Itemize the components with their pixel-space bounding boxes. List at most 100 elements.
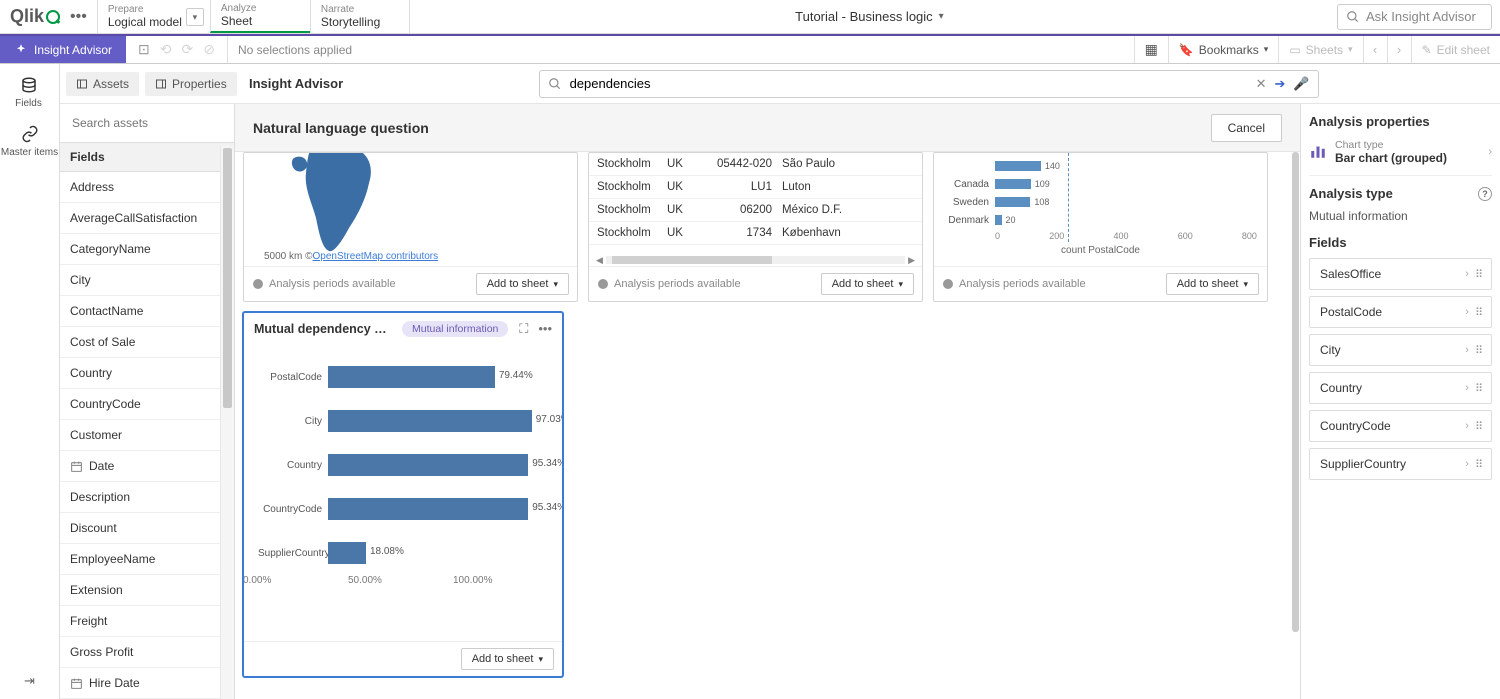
field-item[interactable]: Customer — [60, 420, 234, 451]
field-item[interactable]: Address — [60, 172, 234, 203]
field-item[interactable]: AverageCallSatisfaction — [60, 203, 234, 234]
fields-search-input[interactable] — [66, 110, 228, 136]
field-item[interactable]: CountryCode — [60, 389, 234, 420]
add-to-sheet-button[interactable]: Add to sheet ▾ — [461, 648, 554, 670]
field-item[interactable]: City — [60, 265, 234, 296]
collapse-rail-button[interactable]: ⇥ — [14, 663, 45, 699]
field-item[interactable]: ContactName — [60, 296, 234, 327]
scrollbar-thumb[interactable] — [223, 148, 232, 408]
analysis-field-item[interactable]: SupplierCountry›⠿ — [1309, 448, 1492, 480]
chevron-down-icon: ▾ — [1243, 279, 1248, 290]
workspace: Assets Properties Insight Advisor ✕ ➔ 🎤 — [60, 64, 1500, 699]
cards-area[interactable]: 5000 km ©OpenStreetMap contributors Anal… — [235, 152, 1300, 699]
table-hscroll[interactable]: ◀ ▶ — [589, 254, 922, 266]
sheets-button[interactable]: ▭ Sheets ▾ — [1278, 36, 1362, 63]
chevron-down-icon[interactable]: ▾ — [186, 8, 204, 26]
app-menu-icon[interactable]: ••• — [70, 8, 87, 26]
add-to-sheet-button[interactable]: Add to sheet ▾ — [476, 273, 569, 295]
table-row[interactable]: StockholmUKLU1Luton — [589, 176, 922, 199]
analysis-field-item[interactable]: CountryCode›⠿ — [1309, 410, 1492, 442]
field-item[interactable]: Freight — [60, 606, 234, 637]
field-item[interactable]: Country — [60, 358, 234, 389]
field-name: Hire Date — [89, 676, 140, 690]
expand-icon[interactable]: ⛶ — [519, 321, 528, 337]
prev-sheet-button[interactable]: ‹ — [1363, 36, 1387, 63]
drag-handle-icon[interactable]: ⠿ — [1475, 382, 1481, 395]
minibar-track: 20 — [995, 213, 1257, 227]
field-item[interactable]: EmployeeName — [60, 544, 234, 575]
nav-eyebrow: Analyze — [221, 3, 300, 14]
rail-label: Master items — [1, 147, 58, 158]
edit-sheet-button[interactable]: ✎ Edit sheet — [1411, 36, 1500, 63]
cancel-button[interactable]: Cancel — [1211, 114, 1282, 142]
more-icon[interactable]: ••• — [538, 321, 552, 337]
step-back-icon[interactable]: ⟲ — [160, 41, 172, 58]
clear-selections-icon[interactable]: ⊘ — [203, 41, 215, 58]
nlq-search[interactable]: ✕ ➔ 🎤 — [539, 70, 1319, 98]
field-item[interactable]: Discount — [60, 513, 234, 544]
periods-indicator[interactable]: Analysis periods available — [597, 278, 741, 290]
field-item[interactable]: Hire Date — [60, 668, 234, 699]
card-table[interactable]: StockholmUK05442-020São PauloStockholmUK… — [588, 152, 923, 302]
next-sheet-button[interactable]: › — [1387, 36, 1411, 63]
table-cell: UK — [667, 181, 707, 193]
scrollbar-thumb[interactable] — [1292, 152, 1299, 632]
card-mutual-dependency[interactable]: Mutual dependency bet… Mutual informatio… — [243, 312, 563, 677]
periods-indicator[interactable]: Analysis periods available — [942, 278, 1086, 290]
fields-scrollbar[interactable] — [220, 146, 234, 699]
card-map[interactable]: 5000 km ©OpenStreetMap contributors Anal… — [243, 152, 578, 302]
analysis-field-item[interactable]: PostalCode›⠿ — [1309, 296, 1492, 328]
table-row[interactable]: StockholmUK1734København — [589, 222, 922, 245]
fields-search — [60, 104, 234, 142]
results-scrollbar[interactable] — [1290, 152, 1300, 699]
table-row[interactable]: StockholmUK06200México D.F. — [589, 199, 922, 222]
nav-tab-prepare[interactable]: Prepare Logical model ▾ — [97, 0, 210, 33]
field-item[interactable]: Date — [60, 451, 234, 482]
osm-link[interactable]: OpenStreetMap contributors — [313, 251, 439, 262]
analysis-field-item[interactable]: City›⠿ — [1309, 334, 1492, 366]
field-item[interactable]: Cost of Sale — [60, 327, 234, 358]
bookmarks-button[interactable]: 🔖 Bookmarks ▾ — [1168, 36, 1279, 63]
field-item[interactable]: Gross Profit — [60, 637, 234, 668]
smart-search-icon[interactable]: ⊡ — [138, 41, 150, 58]
assets-button[interactable]: Assets — [66, 72, 139, 96]
field-item[interactable]: Extension — [60, 575, 234, 606]
add-to-sheet-button[interactable]: Add to sheet ▾ — [821, 273, 914, 295]
selections-tool-icon[interactable]: ▦ — [1134, 36, 1168, 63]
nav-tab-analyze[interactable]: Analyze Sheet — [210, 0, 310, 33]
scroll-right-icon[interactable]: ▶ — [905, 255, 918, 266]
minibar-value: 140 — [1045, 161, 1060, 171]
global-search-input[interactable]: Ask Insight Advisor — [1337, 4, 1492, 30]
insight-advisor-button[interactable]: Insight Advisor — [0, 36, 126, 63]
drag-handle-icon[interactable]: ⠿ — [1475, 458, 1481, 471]
card-footer: Add to sheet ▾ — [244, 641, 562, 676]
add-to-sheet-button[interactable]: Add to sheet ▾ — [1166, 273, 1259, 295]
step-forward-icon[interactable]: ⟳ — [182, 41, 194, 58]
nav-tab-narrate[interactable]: Narrate Storytelling — [310, 0, 410, 33]
hscroll-thumb[interactable] — [612, 256, 772, 264]
scroll-left-icon[interactable]: ◀ — [593, 255, 606, 266]
field-item[interactable]: CategoryName — [60, 234, 234, 265]
analysis-field-item[interactable]: SalesOffice›⠿ — [1309, 258, 1492, 290]
chevron-right-icon: › — [1465, 382, 1469, 394]
rail-item-fields[interactable]: Fields — [0, 68, 59, 117]
drag-handle-icon[interactable]: ⠿ — [1475, 344, 1481, 357]
field-item[interactable]: Description — [60, 482, 234, 513]
drag-handle-icon[interactable]: ⠿ — [1475, 420, 1481, 433]
microphone-icon[interactable]: 🎤 — [1293, 76, 1309, 92]
drag-handle-icon[interactable]: ⠿ — [1475, 306, 1481, 319]
fields-list[interactable]: AddressAverageCallSatisfactionCategoryNa… — [60, 172, 234, 699]
nlq-search-input[interactable] — [570, 76, 1248, 91]
submit-arrow-icon[interactable]: ➔ — [1274, 76, 1285, 92]
analysis-field-item[interactable]: Country›⠿ — [1309, 372, 1492, 404]
properties-button[interactable]: Properties — [145, 72, 237, 96]
clear-icon[interactable]: ✕ — [1256, 76, 1267, 92]
help-icon[interactable]: ? — [1478, 187, 1492, 201]
periods-indicator[interactable]: Analysis periods available — [252, 278, 396, 290]
card-minibar[interactable]: 140Canada109Sweden108Denmark20 020040060… — [933, 152, 1268, 302]
rail-item-master-items[interactable]: Master items — [0, 117, 59, 166]
chart-type-selector[interactable]: Chart type Bar chart (grouped) › — [1309, 139, 1492, 176]
table-row[interactable]: StockholmUK05442-020São Paulo — [589, 153, 922, 176]
drag-handle-icon[interactable]: ⠿ — [1475, 268, 1481, 281]
app-title[interactable]: Tutorial - Business logic ▾ — [410, 0, 1329, 33]
